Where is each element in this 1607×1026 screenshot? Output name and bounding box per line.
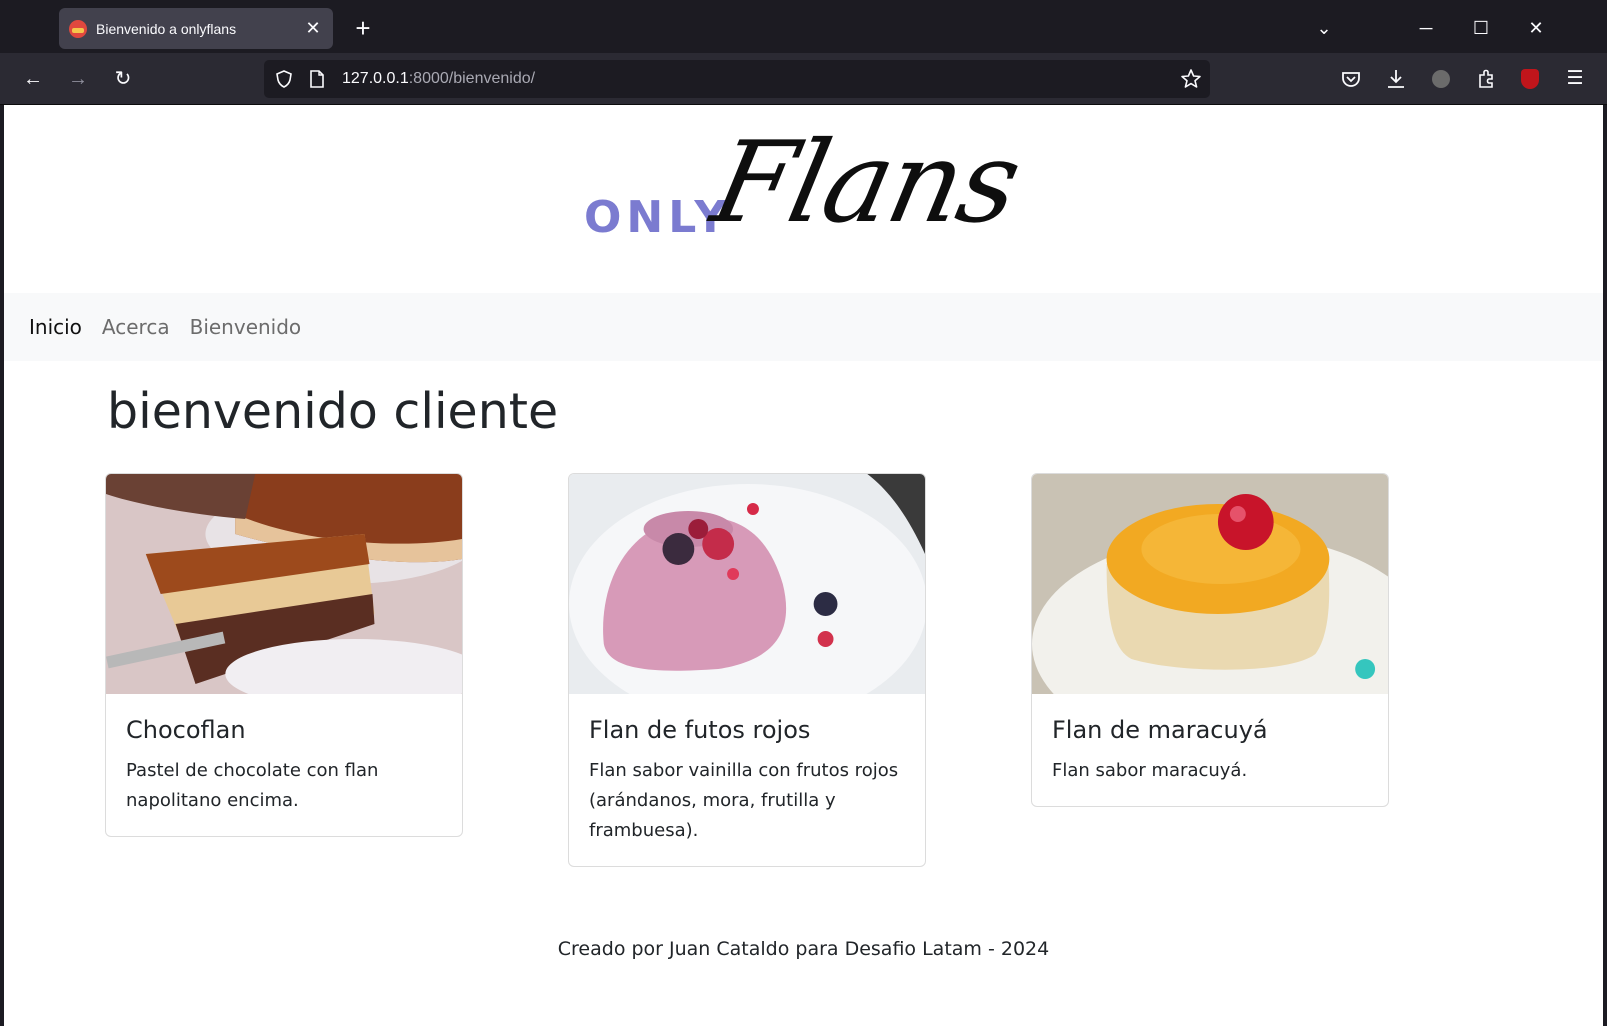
product-card-chocoflan: Chocoflan Pastel de chocolate con flan n… <box>105 473 463 837</box>
extensions-puzzle-icon[interactable] <box>1470 63 1502 95</box>
browser-window: Bienvenido a onlyflans ✕ + ⌄ ─ ☐ ✕ ← → ↻… <box>0 0 1607 1026</box>
downloads-icon[interactable] <box>1380 63 1412 95</box>
chocoflan-image <box>106 474 462 694</box>
ublock-icon[interactable] <box>1514 63 1546 95</box>
url-bar[interactable]: 127.0.0.1:8000/bienvenido/ <box>264 60 1210 98</box>
card-text: Flan sabor vainilla con frutos rojos (ar… <box>589 760 899 841</box>
site-navbar: Inicio Acerca Bienvenido <box>4 293 1603 361</box>
flan-maracuya-image <box>1032 474 1388 694</box>
url-text[interactable]: 127.0.0.1:8000/bienvenido/ <box>342 70 535 88</box>
nav-link-bienvenido[interactable]: Bienvenido <box>190 315 302 339</box>
tracking-shield-icon[interactable] <box>274 69 294 89</box>
pocket-icon[interactable] <box>1335 63 1367 95</box>
new-tab-button[interactable]: + <box>347 13 379 45</box>
site-logo[interactable]: ONLY Flans <box>584 118 1044 265</box>
bookmark-star-icon[interactable] <box>1180 68 1202 90</box>
list-tabs-chevron-icon[interactable]: ⌄ <box>1306 12 1342 44</box>
reload-button[interactable]: ↻ <box>107 63 139 95</box>
page-footer: Creado por Juan Cataldo para Desafio Lat… <box>557 938 1050 960</box>
close-tab-icon[interactable]: ✕ <box>303 18 323 39</box>
logo-flans-text: Flans <box>702 118 1030 248</box>
menu-hamburger-icon[interactable]: ☰ <box>1559 63 1591 95</box>
card-title: Chocoflan <box>126 716 246 744</box>
nav-link-inicio[interactable]: Inicio <box>29 315 82 339</box>
close-window-button[interactable]: ✕ <box>1518 12 1554 44</box>
product-card-maracuya: Flan de maracuyá Flan sabor maracuyá. <box>1031 473 1389 807</box>
tab-title: Bienvenido a onlyflans <box>96 20 237 37</box>
product-card-frutos-rojos: Flan de futos rojos Flan sabor vainilla … <box>568 473 926 867</box>
card-title: Flan de maracuyá <box>1052 716 1268 744</box>
minimize-button[interactable]: ─ <box>1408 12 1444 44</box>
card-title: Flan de futos rojos <box>589 716 811 744</box>
card-text: Pastel de chocolate con flan napolitano … <box>126 760 379 811</box>
back-button[interactable]: ← <box>17 63 49 95</box>
card-text: Flan sabor maracuyá. <box>1052 760 1248 781</box>
page-heading: bienvenido cliente <box>107 383 559 440</box>
web-page: ONLY Flans Inicio Acerca Bienvenido bien… <box>4 105 1603 1026</box>
active-tab[interactable]: Bienvenido a onlyflans ✕ <box>59 8 333 49</box>
account-avatar-icon[interactable] <box>1425 63 1457 95</box>
maximize-button[interactable]: ☐ <box>1463 12 1499 44</box>
flan-favicon-icon <box>69 19 87 38</box>
forward-button[interactable]: → <box>62 63 94 95</box>
tab-bar: Bienvenido a onlyflans ✕ + ⌄ ─ ☐ ✕ <box>0 0 1607 53</box>
flan-frutos-rojos-image <box>569 474 925 694</box>
page-info-icon[interactable] <box>308 69 326 89</box>
nav-link-acerca[interactable]: Acerca <box>102 315 170 339</box>
navigation-toolbar: ← → ↻ 127.0.0.1:8000/bienvenido/ ☰ <box>0 53 1607 105</box>
